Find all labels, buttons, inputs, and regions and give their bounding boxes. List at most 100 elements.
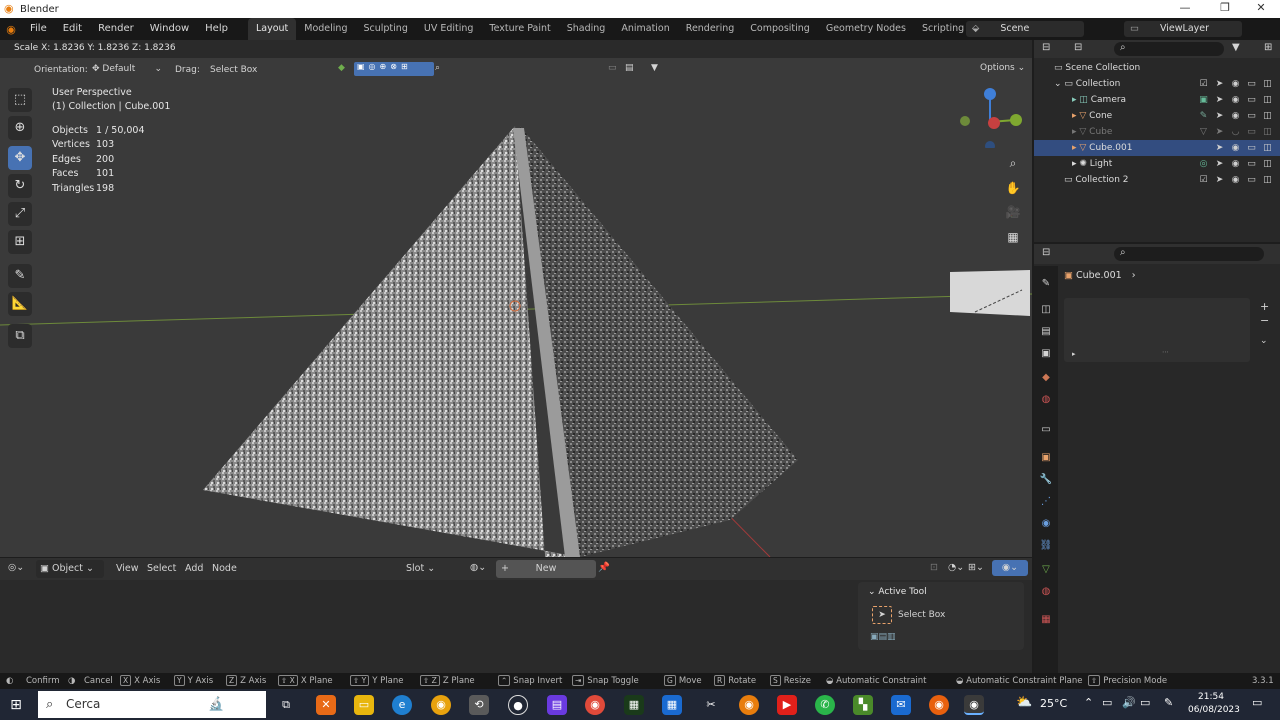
- monitor-icon[interactable]: ▭: [1245, 92, 1258, 108]
- overlays-toggle-button[interactable]: ◉⌄: [992, 560, 1028, 576]
- select-arrow-icon[interactable]: ➤: [1213, 172, 1226, 188]
- annotate-tool-icon[interactable]: ✎: [8, 264, 32, 288]
- youtube-icon[interactable]: ▶: [777, 695, 797, 715]
- transform-tool-icon[interactable]: ⊞: [8, 230, 32, 254]
- terminal-icon[interactable]: ▦: [624, 695, 644, 715]
- whatsapp-icon[interactable]: ✆: [815, 695, 835, 715]
- view-layer-selector[interactable]: ▭ ViewLayer: [1124, 21, 1242, 37]
- particles-tab-icon[interactable]: ⋰: [1038, 494, 1054, 510]
- cursor-tool-icon[interactable]: ⊕: [8, 116, 32, 140]
- eye-hidden-icon[interactable]: ◡: [1229, 124, 1242, 140]
- slot-dropdown[interactable]: Slot ⌄: [400, 560, 466, 578]
- pan-hand-icon[interactable]: ✋: [1002, 177, 1024, 199]
- close-button[interactable]: ✕: [1242, 0, 1280, 18]
- outliner-row-camera[interactable]: ▸ ◫ Camera ▣ ➤ ◉ ▭ ◫: [1034, 92, 1280, 108]
- volume-icon[interactable]: 🔊: [1122, 696, 1136, 709]
- output-tab-icon[interactable]: ▤: [1038, 324, 1054, 340]
- tab-geometry-nodes[interactable]: Geometry Nodes: [818, 18, 914, 40]
- outliner-row-light[interactable]: ▸ ✺ Light ◎ ➤ ◉ ▭ ◫: [1034, 156, 1280, 172]
- select-arrow-icon[interactable]: ➤: [1213, 140, 1226, 156]
- navigation-gizmo[interactable]: [955, 86, 1027, 148]
- material-tab-icon[interactable]: ◍: [1038, 584, 1054, 600]
- tab-texture-paint[interactable]: Texture Paint: [481, 18, 558, 40]
- menu-select[interactable]: Select: [147, 563, 176, 574]
- material-browse-icon[interactable]: ◍⌄: [470, 562, 486, 573]
- filter-icon[interactable]: ▼: [651, 63, 658, 73]
- taskbar-date[interactable]: 06/08/2023: [1188, 705, 1240, 715]
- camera-icon[interactable]: ◫: [1261, 92, 1274, 108]
- orientation-dropdown[interactable]: ✥ Default ⌄: [88, 62, 164, 78]
- eye-icon[interactable]: ◉: [1229, 92, 1242, 108]
- object-tab-icon[interactable]: ▣: [1038, 450, 1054, 466]
- taskbar-time[interactable]: 21:54: [1198, 692, 1224, 702]
- task-view-icon[interactable]: ⧉: [276, 695, 296, 715]
- video-editor-icon[interactable]: ▤: [547, 695, 567, 715]
- snap-toggle-icon[interactable]: ⊡: [930, 562, 938, 573]
- mail-icon[interactable]: ✉: [891, 695, 911, 715]
- eye-icon[interactable]: ◉: [1229, 108, 1242, 124]
- menu-render[interactable]: Render: [90, 18, 142, 40]
- office-icon[interactable]: ▚: [853, 695, 873, 715]
- pen-icon[interactable]: ✎: [1164, 696, 1173, 709]
- eye-icon[interactable]: ◉: [1229, 140, 1242, 156]
- tab-uv-editing[interactable]: UV Editing: [416, 18, 482, 40]
- perspective-grid-icon[interactable]: ▦: [1002, 226, 1024, 248]
- tab-compositing[interactable]: Compositing: [742, 18, 818, 40]
- selection-mode-icons[interactable]: ▣▤▥: [870, 632, 914, 646]
- snap-icon[interactable]: ◆: [338, 63, 345, 73]
- pin-icon[interactable]: 📌: [598, 562, 610, 573]
- tab-sculpting[interactable]: Sculpting: [355, 18, 415, 40]
- view-options-icon[interactable]: ▤: [625, 63, 634, 73]
- github-icon[interactable]: ●: [508, 695, 528, 715]
- options-dropdown[interactable]: Options ⌄: [976, 62, 1029, 74]
- chrome-canary-icon[interactable]: ◉: [431, 695, 451, 715]
- eye-icon[interactable]: ◉: [1229, 76, 1242, 92]
- xampp-app-icon[interactable]: ✕: [316, 695, 336, 715]
- select-mode-buttons[interactable]: ▣◎⊕⊗⊞: [354, 62, 434, 76]
- monitor-icon[interactable]: ▭: [1245, 156, 1258, 172]
- new-collection-icon[interactable]: ⊞: [1264, 42, 1272, 53]
- outliner-root-row[interactable]: ▭ Scene Collection: [1034, 60, 1280, 76]
- camera-icon[interactable]: ◫: [1261, 156, 1274, 172]
- resize-handle-icon[interactable]: ⋯: [1162, 348, 1169, 356]
- menu-edit[interactable]: Edit: [55, 18, 90, 40]
- edge-browser-icon[interactable]: e: [392, 695, 412, 715]
- menu-view[interactable]: View: [116, 563, 139, 574]
- scene-tab-icon[interactable]: ◆: [1038, 370, 1054, 386]
- search-icon[interactable]: ⌕: [435, 63, 440, 73]
- select-arrow-icon[interactable]: ➤: [1213, 108, 1226, 124]
- menu-file[interactable]: File: [22, 18, 55, 40]
- data-tab-icon[interactable]: ▽: [1038, 562, 1054, 578]
- 3d-viewport[interactable]: Scale X: 1.8236 Y: 1.8236 Z: 1.8236 Orie…: [0, 40, 1032, 557]
- rotate-tool-icon[interactable]: ↻: [8, 174, 32, 198]
- active-tool-header[interactable]: ⌄ Active Tool: [868, 587, 927, 597]
- tab-layout[interactable]: Layout: [247, 18, 297, 40]
- file-explorer-icon[interactable]: ▭: [354, 695, 374, 715]
- monitor-icon[interactable]: ▭: [1245, 76, 1258, 92]
- render-tab-icon[interactable]: ◫: [1038, 302, 1054, 318]
- eye-icon[interactable]: ◉: [1229, 172, 1242, 188]
- monitor-icon[interactable]: ▭: [1245, 124, 1258, 140]
- menu-window[interactable]: Window: [142, 18, 197, 40]
- filter-icon[interactable]: ▼: [1232, 42, 1240, 53]
- scene-selector[interactable]: ⬙ Scene: [966, 21, 1084, 37]
- tab-scripting[interactable]: Scripting: [914, 18, 972, 40]
- monitor-icon[interactable]: ▭: [1245, 172, 1258, 188]
- menu-node[interactable]: Node: [212, 563, 237, 574]
- calculator-icon[interactable]: ▦: [662, 695, 682, 715]
- camera-view-icon[interactable]: 🎥: [1002, 201, 1024, 223]
- view-layer-tab-icon[interactable]: ▣: [1038, 346, 1054, 362]
- new-material-button[interactable]: + New: [496, 560, 596, 578]
- notifications-icon[interactable]: ▭: [1252, 696, 1262, 709]
- tab-shading[interactable]: Shading: [559, 18, 614, 40]
- windows-start-icon[interactable]: ⊞: [6, 695, 26, 715]
- outliner-row-cube-001[interactable]: ▸ ▽ Cube.001 ➤ ◉ ▭ ◫: [1034, 140, 1280, 156]
- move-tool-icon[interactable]: ✥: [8, 146, 32, 170]
- tab-modeling[interactable]: Modeling: [296, 18, 355, 40]
- menu-help[interactable]: Help: [197, 18, 236, 40]
- maximize-button[interactable]: ❐: [1206, 0, 1244, 18]
- chrome-icon[interactable]: ◉: [585, 695, 605, 715]
- minimize-button[interactable]: —: [1166, 0, 1204, 18]
- blender-menu-icon[interactable]: ◉: [0, 23, 22, 36]
- world-tab-icon[interactable]: ◍: [1038, 392, 1054, 408]
